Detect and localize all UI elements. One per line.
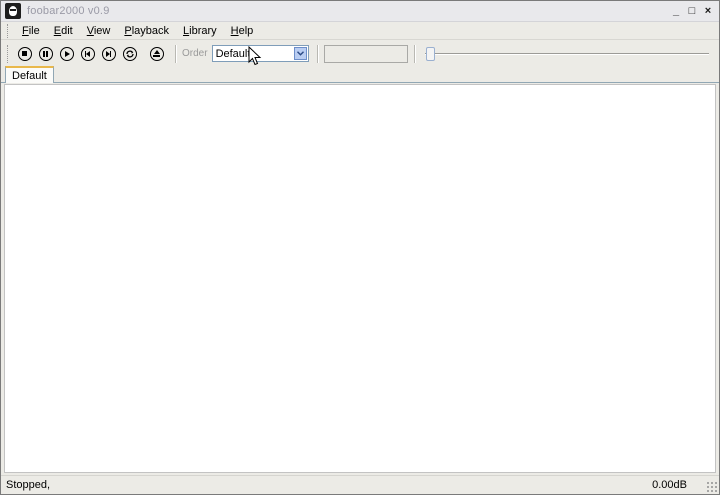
toolbar-separator <box>316 44 319 63</box>
order-label: Order <box>182 48 208 59</box>
playback-status: Stopped, <box>6 479 51 491</box>
window-title: foobar2000 v0.9 <box>27 5 110 17</box>
foobar-logo-icon[interactable] <box>5 3 21 19</box>
playback-time-display <box>323 44 408 63</box>
app-window: foobar2000 v0.9 _ □ × File Edit View Pla… <box>0 0 720 495</box>
stop-icon <box>17 46 32 61</box>
menu-file[interactable]: File <box>14 25 47 37</box>
random-icon <box>122 46 137 61</box>
menu-library[interactable]: Library <box>176 25 224 37</box>
eject-button[interactable] <box>146 43 167 64</box>
seek-track <box>424 52 709 55</box>
order-dropdown-value: Default <box>215 47 251 60</box>
volume-readout: 0.00dB <box>652 479 687 491</box>
next-icon <box>101 46 116 61</box>
menubar-grip[interactable] <box>7 23 10 38</box>
title-bar[interactable]: foobar2000 v0.9 _ □ × <box>1 1 719 22</box>
pause-button[interactable] <box>35 43 56 64</box>
status-bar: Stopped, 0.00dB <box>1 475 719 494</box>
play-button[interactable] <box>56 43 77 64</box>
toolbar-grip[interactable] <box>7 44 10 63</box>
menu-view[interactable]: View <box>80 25 118 37</box>
close-button[interactable]: × <box>700 3 716 19</box>
menu-bar: File Edit View Playback Library Help <box>1 22 719 40</box>
play-icon <box>59 46 74 61</box>
seek-thumb[interactable] <box>425 46 435 61</box>
menu-help[interactable]: Help <box>224 25 261 37</box>
seek-bar[interactable] <box>424 46 709 62</box>
minimize-button[interactable]: _ <box>668 3 684 19</box>
tab-default[interactable]: Default <box>5 66 54 83</box>
window-controls: _ □ × <box>668 3 716 19</box>
previous-icon <box>80 46 95 61</box>
next-button[interactable] <box>98 43 119 64</box>
playlist-view[interactable] <box>4 84 716 473</box>
resize-grip-icon[interactable] <box>706 481 717 492</box>
menu-playback[interactable]: Playback <box>117 25 176 37</box>
random-button[interactable] <box>119 43 140 64</box>
menu-edit[interactable]: Edit <box>47 25 80 37</box>
playlist-tabs: Default <box>1 66 719 83</box>
toolbar-separator <box>175 44 177 63</box>
maximize-button[interactable]: □ <box>684 3 700 19</box>
previous-button[interactable] <box>77 43 98 64</box>
pause-icon <box>38 46 53 61</box>
stop-button[interactable] <box>14 43 35 64</box>
mouse-pointer-icon <box>248 46 262 66</box>
toolbar: Order Default <box>1 41 719 66</box>
eject-icon <box>149 46 164 61</box>
chevron-down-icon[interactable] <box>293 47 307 60</box>
toolbar-separator <box>413 44 416 63</box>
